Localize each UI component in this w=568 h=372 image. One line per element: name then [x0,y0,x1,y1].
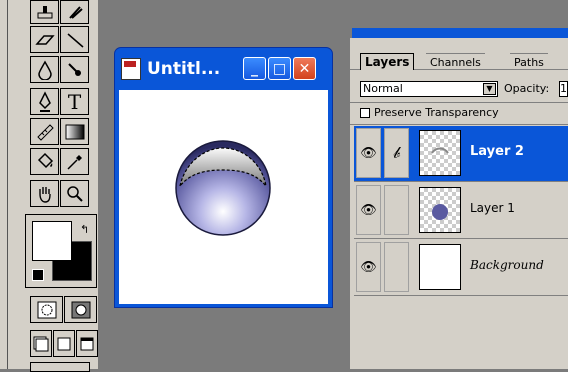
minimize-button[interactable]: _ [243,57,266,80]
preserve-transparency-label: Preserve Transparency [374,106,499,119]
link-slot[interactable] [384,242,409,292]
sharpen-icon[interactable] [60,56,89,83]
eraser-icon[interactable] [30,26,59,53]
swap-colors-icon[interactable]: ↰ [80,223,89,236]
toolbox: T ↰ [0,0,100,372]
eye-icon[interactable]: 👁 [356,185,381,235]
sphere-graphic [175,140,271,236]
layer-thumbnail [419,244,461,290]
type-icon[interactable]: T [60,88,89,115]
preserve-transparency-checkbox[interactable] [360,108,370,118]
layer-row-background[interactable]: 👁 Background [354,240,568,296]
maximize-button[interactable]: □ [268,57,291,80]
blend-mode-value: Normal [363,82,403,95]
layer-name: Layer 1 [470,201,515,215]
rubber-stamp-icon[interactable] [30,0,59,24]
document-canvas[interactable] [119,90,328,304]
tab-paths[interactable]: Paths [510,53,548,70]
standard-screen-icon[interactable] [30,330,52,357]
paint-bucket-icon[interactable] [30,148,59,175]
layer-row-layer-2[interactable]: 👁 𝒷 Layer 2 [354,126,568,182]
measure-icon[interactable] [30,118,59,145]
document-title: Untitl... [147,59,221,79]
tab-layers[interactable]: Layers [360,53,415,70]
eye-icon[interactable]: 👁 [356,242,381,292]
jump-to-icon[interactable] [30,362,90,372]
color-swatches: ↰ [25,214,97,288]
photoshop-document-icon [121,58,141,80]
layers-palette: Layers Channels Paths Normal ▼ Opacity: … [350,38,568,369]
layer-name: Layer 2 [470,144,524,159]
gradient-icon[interactable] [60,118,89,145]
blend-mode-select[interactable]: Normal ▼ [360,81,498,97]
chevron-down-icon[interactable]: ▼ [483,83,496,95]
document-window: Untitl... _ □ ✕ [114,47,333,308]
layer-name: Background [470,258,544,272]
eye-icon[interactable]: 👁 [356,128,381,178]
smudge-icon[interactable] [60,0,89,24]
hand-icon[interactable] [30,180,59,207]
opacity-input[interactable]: 1 [559,81,568,97]
line-icon[interactable] [60,26,89,53]
blur-icon[interactable] [30,56,59,83]
default-colors-icon[interactable] [32,269,44,281]
zoom-icon[interactable] [60,180,89,207]
pen-icon[interactable] [30,88,59,115]
brush-icon[interactable]: 𝒷 [384,128,409,178]
tab-channels[interactable]: Channels [426,53,485,70]
standard-mode-icon[interactable] [30,296,63,323]
layer-thumbnail [419,130,461,176]
layer-thumbnail [419,187,461,233]
toolbox-edge [0,0,8,369]
opacity-label: Opacity: [504,82,550,95]
full-screen-menu-icon[interactable] [53,330,75,357]
eyedropper-icon[interactable] [60,148,89,175]
foreground-color-swatch[interactable] [32,221,72,261]
full-screen-icon[interactable] [76,330,98,357]
link-slot[interactable] [384,185,409,235]
layer-row-layer-1[interactable]: 👁 Layer 1 [354,183,568,239]
document-title-bar[interactable]: Untitl... [121,54,220,84]
quick-mask-icon[interactable] [64,296,97,323]
close-button[interactable]: ✕ [293,57,316,80]
